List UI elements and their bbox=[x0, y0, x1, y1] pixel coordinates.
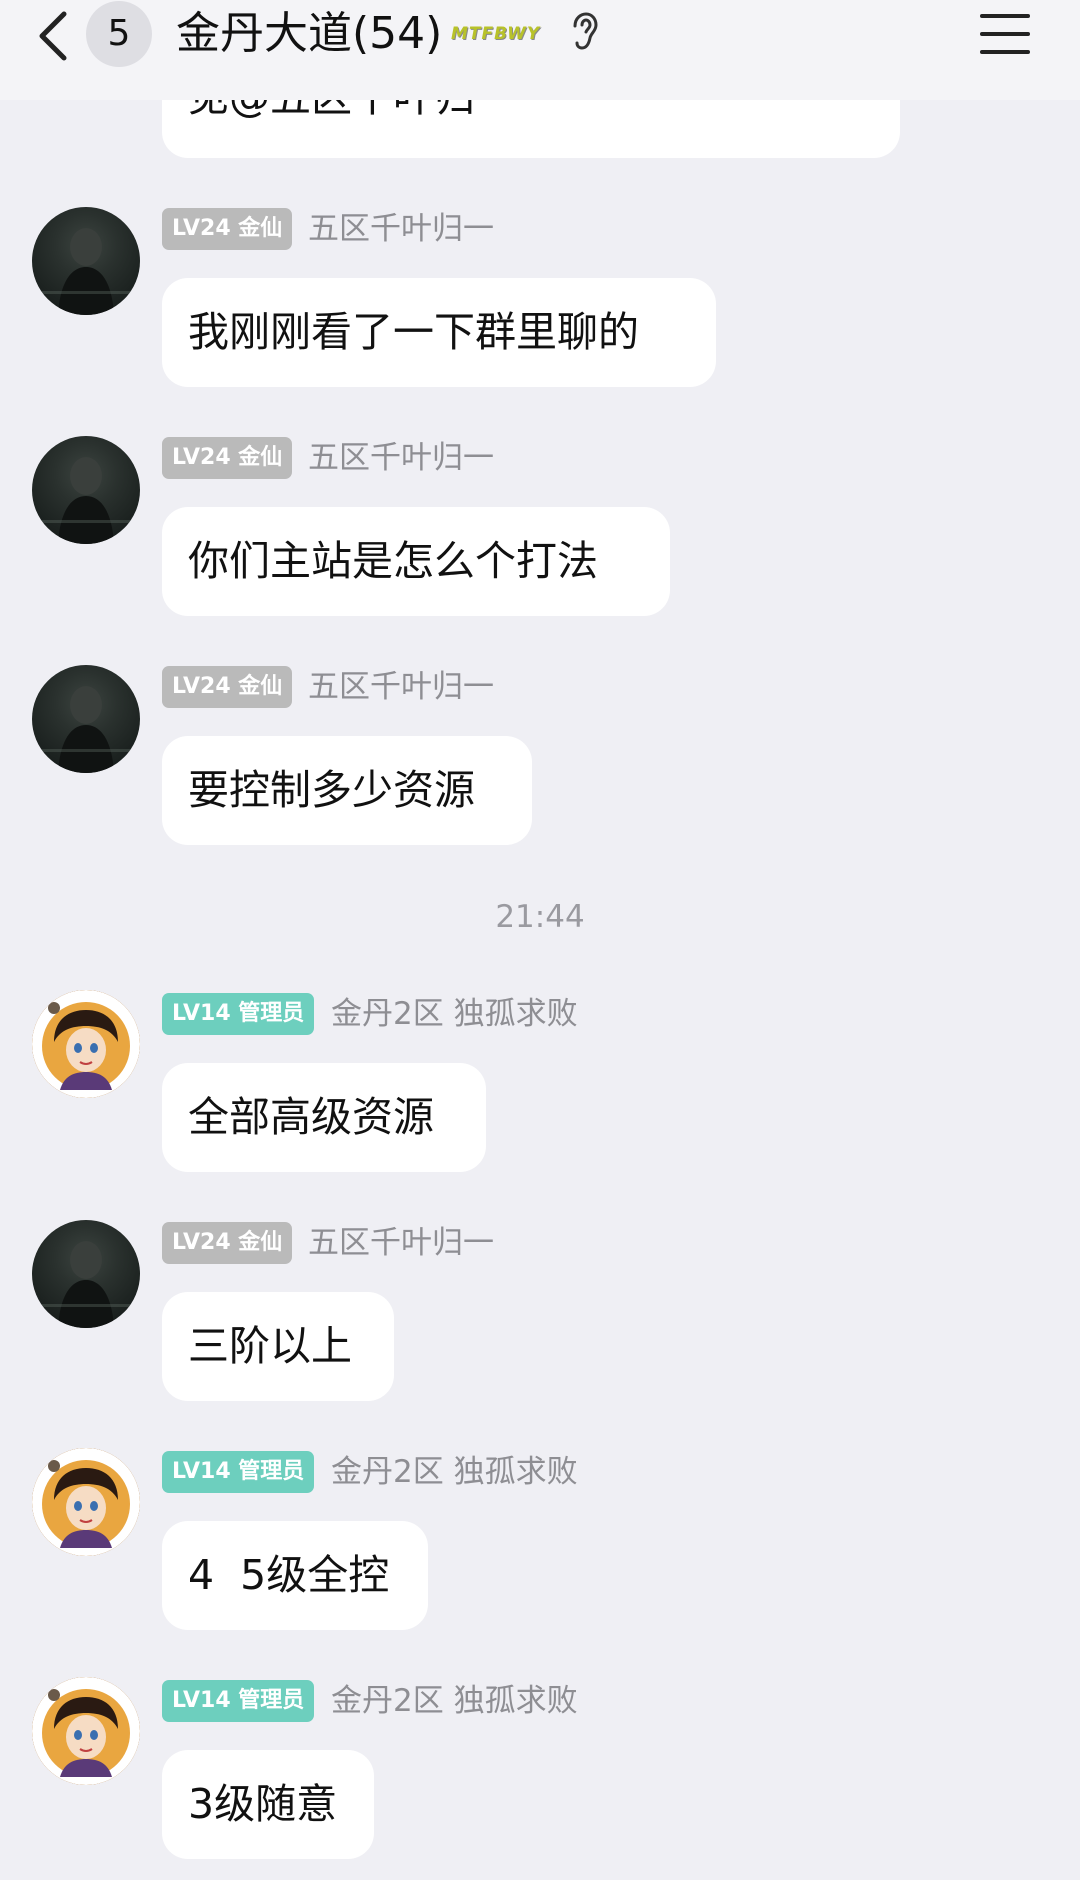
message-text: 全部高级资源 bbox=[188, 1093, 434, 1141]
avatar[interactable] bbox=[32, 1448, 140, 1556]
avatar[interactable] bbox=[32, 665, 140, 773]
level-badge: LV24 金仙 bbox=[162, 666, 293, 708]
level-badge: LV14 管理员 bbox=[162, 1451, 315, 1493]
brand-tag: MTFBWY bbox=[451, 24, 541, 44]
sender-name[interactable]: 五区千叶归一 bbox=[308, 208, 494, 250]
hamburger-menu-icon bbox=[980, 14, 1030, 54]
message-text: 我刚刚看了一下群里聊的 bbox=[188, 308, 639, 356]
sender-name[interactable]: 五区千叶归一 bbox=[308, 666, 494, 708]
level-badge: LV24 金仙 bbox=[162, 437, 293, 479]
back-button[interactable] bbox=[34, 6, 74, 66]
level-badge: LV14 管理员 bbox=[162, 1680, 315, 1722]
avatar[interactable] bbox=[32, 1220, 140, 1328]
message-bubble[interactable]: 我刚刚看了一下群里聊的 bbox=[162, 278, 716, 387]
level-badge: LV14 管理员 bbox=[162, 993, 315, 1035]
message-timestamp: 21:44 bbox=[495, 899, 585, 935]
avatar[interactable] bbox=[32, 207, 140, 315]
sender-name[interactable]: 金丹2区 独孤求败 bbox=[331, 993, 578, 1035]
sender-name[interactable]: 五区千叶归一 bbox=[308, 1222, 494, 1264]
message-text: 你们主站是怎么个打法 bbox=[188, 537, 598, 585]
avatar[interactable] bbox=[32, 1677, 140, 1785]
group-title[interactable]: 金丹大道(54) bbox=[176, 6, 442, 62]
unread-count-badge[interactable]: 5 bbox=[86, 1, 152, 67]
chat-header: 5 金丹大道(54) MTFBWY bbox=[0, 0, 1080, 100]
avatar[interactable] bbox=[32, 990, 140, 1098]
level-badge: LV24 金仙 bbox=[162, 208, 293, 250]
message-bubble[interactable]: 你们主站是怎么个打法 bbox=[162, 507, 670, 616]
menu-button[interactable] bbox=[980, 12, 1030, 56]
message-text: 4 5级全控 bbox=[188, 1551, 390, 1599]
message-text: 要控制多少资源 bbox=[188, 766, 475, 814]
message-bubble[interactable]: 全部高级资源 bbox=[162, 1063, 486, 1172]
message-bubble[interactable]: 三阶以上 bbox=[162, 1292, 394, 1401]
ear-icon[interactable] bbox=[569, 12, 599, 54]
level-badge: LV24 金仙 bbox=[162, 1222, 293, 1264]
chevron-left-icon bbox=[39, 11, 67, 61]
sender-name[interactable]: 金丹2区 独孤求败 bbox=[331, 1680, 578, 1722]
message-text: 3级随意 bbox=[188, 1780, 338, 1828]
sender-name[interactable]: 金丹2区 独孤求败 bbox=[331, 1451, 578, 1493]
avatar[interactable] bbox=[32, 436, 140, 544]
message-bubble[interactable]: 4 5级全控 bbox=[162, 1521, 428, 1630]
message-bubble[interactable]: 3级随意 bbox=[162, 1750, 374, 1859]
message-bubble[interactable]: 要控制多少资源 bbox=[162, 736, 532, 845]
sender-name[interactable]: 五区千叶归一 bbox=[308, 437, 494, 479]
message-text: 三阶以上 bbox=[188, 1322, 352, 1370]
